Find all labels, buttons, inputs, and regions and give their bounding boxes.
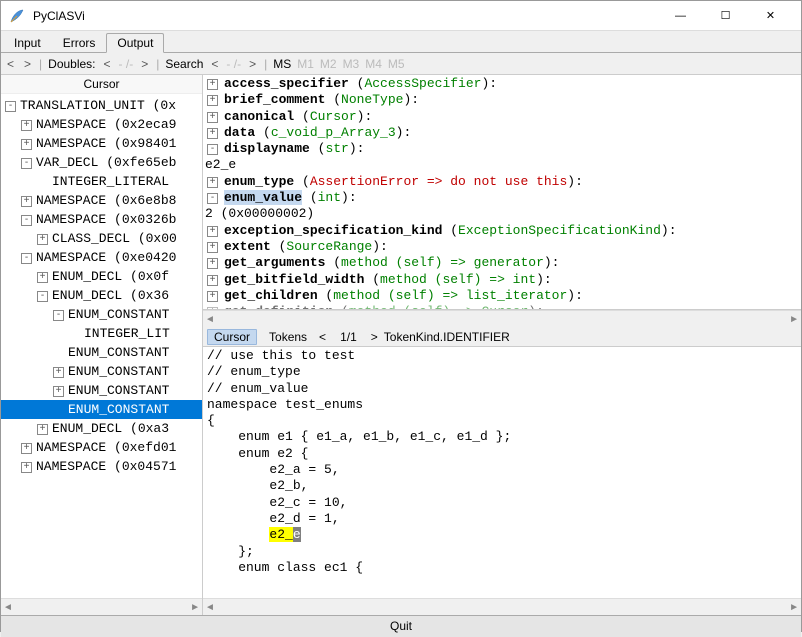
tree-item[interactable]: +NAMESPACE (0xefd01 [1,438,202,457]
main-tabs: Input Errors Output [1,31,801,53]
tree-item[interactable]: +NAMESPACE (0x98401 [1,134,202,153]
tree-item[interactable]: -NAMESPACE (0xe0420 [1,248,202,267]
tree-item[interactable]: +NAMESPACE (0x04571 [1,457,202,476]
cursor-tree[interactable]: -TRANSLATION_UNIT (0x+NAMESPACE (0x2eca9… [1,94,202,598]
property-row[interactable]: +get_bitfield_width (method (self) => in… [205,272,799,288]
tree-item[interactable]: -TRANSLATION_UNIT (0x [1,96,202,115]
tree-item[interactable]: ENUM_CONSTANT [1,400,202,419]
source-view[interactable]: // use this to test// enum_type// enum_v… [203,347,801,598]
cursor-panel: Cursor -TRANSLATION_UNIT (0x+NAMESPACE (… [1,75,203,615]
minimize-button[interactable]: — [658,1,703,30]
tree-item[interactable]: -ENUM_DECL (0x36 [1,286,202,305]
property-row[interactable]: +data (c_void_p_Array_3): [205,125,799,141]
property-row[interactable]: +get_children (method (self) => list_ite… [205,288,799,304]
doubles-label: Doubles: [48,57,95,71]
property-row[interactable]: -displayname (str): [205,141,799,157]
tree-item[interactable]: -NAMESPACE (0x0326b [1,210,202,229]
property-row[interactable]: -enum_value (int): [205,190,799,206]
source-line: namespace test_enums [207,397,797,413]
tab-output[interactable]: Output [106,33,164,53]
m1-button[interactable]: M1 [297,57,314,71]
property-row[interactable]: +extent (SourceRange): [205,239,799,255]
doubles-prev-button[interactable]: < [102,57,113,71]
search-next-button[interactable]: > [247,57,258,71]
source-line: e2_e [207,527,797,543]
source-line: // enum_value [207,381,797,397]
property-row[interactable]: +brief_comment (NoneType): [205,92,799,108]
quit-button[interactable]: Quit [1,615,801,637]
property-row[interactable]: +canonical (Cursor): [205,109,799,125]
app-icon [9,8,25,24]
source-line: // enum_type [207,364,797,380]
tree-item[interactable]: +CLASS_DECL (0x00 [1,229,202,248]
window-title: PyClASVi [33,9,658,23]
tree-item[interactable]: ENUM_CONSTANT [1,343,202,362]
m3-button[interactable]: M3 [343,57,360,71]
src-prev-button[interactable]: < [319,330,326,344]
tree-hscroll[interactable]: ◄► [1,598,202,615]
source-line: }; [207,544,797,560]
titlebar: PyClASVi — ☐ ✕ [1,1,801,31]
nav-prev-button[interactable]: < [5,57,16,71]
ms-button[interactable]: MS [273,57,291,71]
property-row[interactable]: +exception_specification_kind (Exception… [205,223,799,239]
token-kind: TokenKind.IDENTIFIER [384,330,510,344]
token-pos: 1/1 [340,330,357,344]
property-row[interactable]: +get_arguments (method (self) => generat… [205,255,799,271]
source-hscroll[interactable]: ◄► [203,598,801,615]
property-value: e2_e [205,157,799,173]
source-toolbar: Cursor Tokens < 1/1 > TokenKind.IDENTIFI… [203,327,801,347]
tree-item[interactable]: +NAMESPACE (0x2eca9 [1,115,202,134]
properties-panel[interactable]: +access_specifier (AccessSpecifier):+bri… [203,75,801,310]
toolbar: < > | Doubles: < - /- > | Search < - /- … [1,53,801,75]
search-pos: - /- [226,57,241,71]
tree-item[interactable]: INTEGER_LIT [1,324,202,343]
cursor-header: Cursor [1,75,202,94]
props-hscroll[interactable]: ◄► [203,310,801,327]
tab-input[interactable]: Input [3,33,52,52]
tree-item[interactable]: -VAR_DECL (0xfe65eb [1,153,202,172]
m5-button[interactable]: M5 [388,57,405,71]
doubles-pos: - /- [119,57,134,71]
tree-item[interactable]: -ENUM_CONSTANT [1,305,202,324]
tree-item[interactable]: +ENUM_DECL (0x0f [1,267,202,286]
maximize-button[interactable]: ☐ [703,1,748,30]
tree-item[interactable]: +ENUM_CONSTANT [1,362,202,381]
source-line: enum class ec1 { [207,560,797,576]
tab-tokens-src[interactable]: Tokens [263,330,313,344]
source-line: e2_c = 10, [207,495,797,511]
property-value: 2 (0x00000002) [205,206,799,222]
search-label[interactable]: Search [165,57,203,71]
source-line: { [207,413,797,429]
source-line: enum e1 { e1_a, e1_b, e1_c, e1_d }; [207,429,797,445]
src-next-button[interactable]: > [371,330,378,344]
tree-item[interactable]: +ENUM_CONSTANT [1,381,202,400]
m4-button[interactable]: M4 [365,57,382,71]
doubles-next-button[interactable]: > [139,57,150,71]
search-prev-button[interactable]: < [209,57,220,71]
m2-button[interactable]: M2 [320,57,337,71]
source-line: enum e2 { [207,446,797,462]
tree-item[interactable]: INTEGER_LITERAL [1,172,202,191]
source-line: e2_b, [207,478,797,494]
tab-errors[interactable]: Errors [52,33,107,52]
source-line: e2_a = 5, [207,462,797,478]
close-button[interactable]: ✕ [748,1,793,30]
property-row[interactable]: +access_specifier (AccessSpecifier): [205,76,799,92]
source-line: e2_d = 1, [207,511,797,527]
source-line: // use this to test [207,348,797,364]
property-row[interactable]: +enum_type (AssertionError => do not use… [205,174,799,190]
tree-item[interactable]: +ENUM_DECL (0xa3 [1,419,202,438]
tab-cursor-src[interactable]: Cursor [207,329,257,345]
tree-item[interactable]: +NAMESPACE (0x6e8b8 [1,191,202,210]
nav-next-button[interactable]: > [22,57,33,71]
